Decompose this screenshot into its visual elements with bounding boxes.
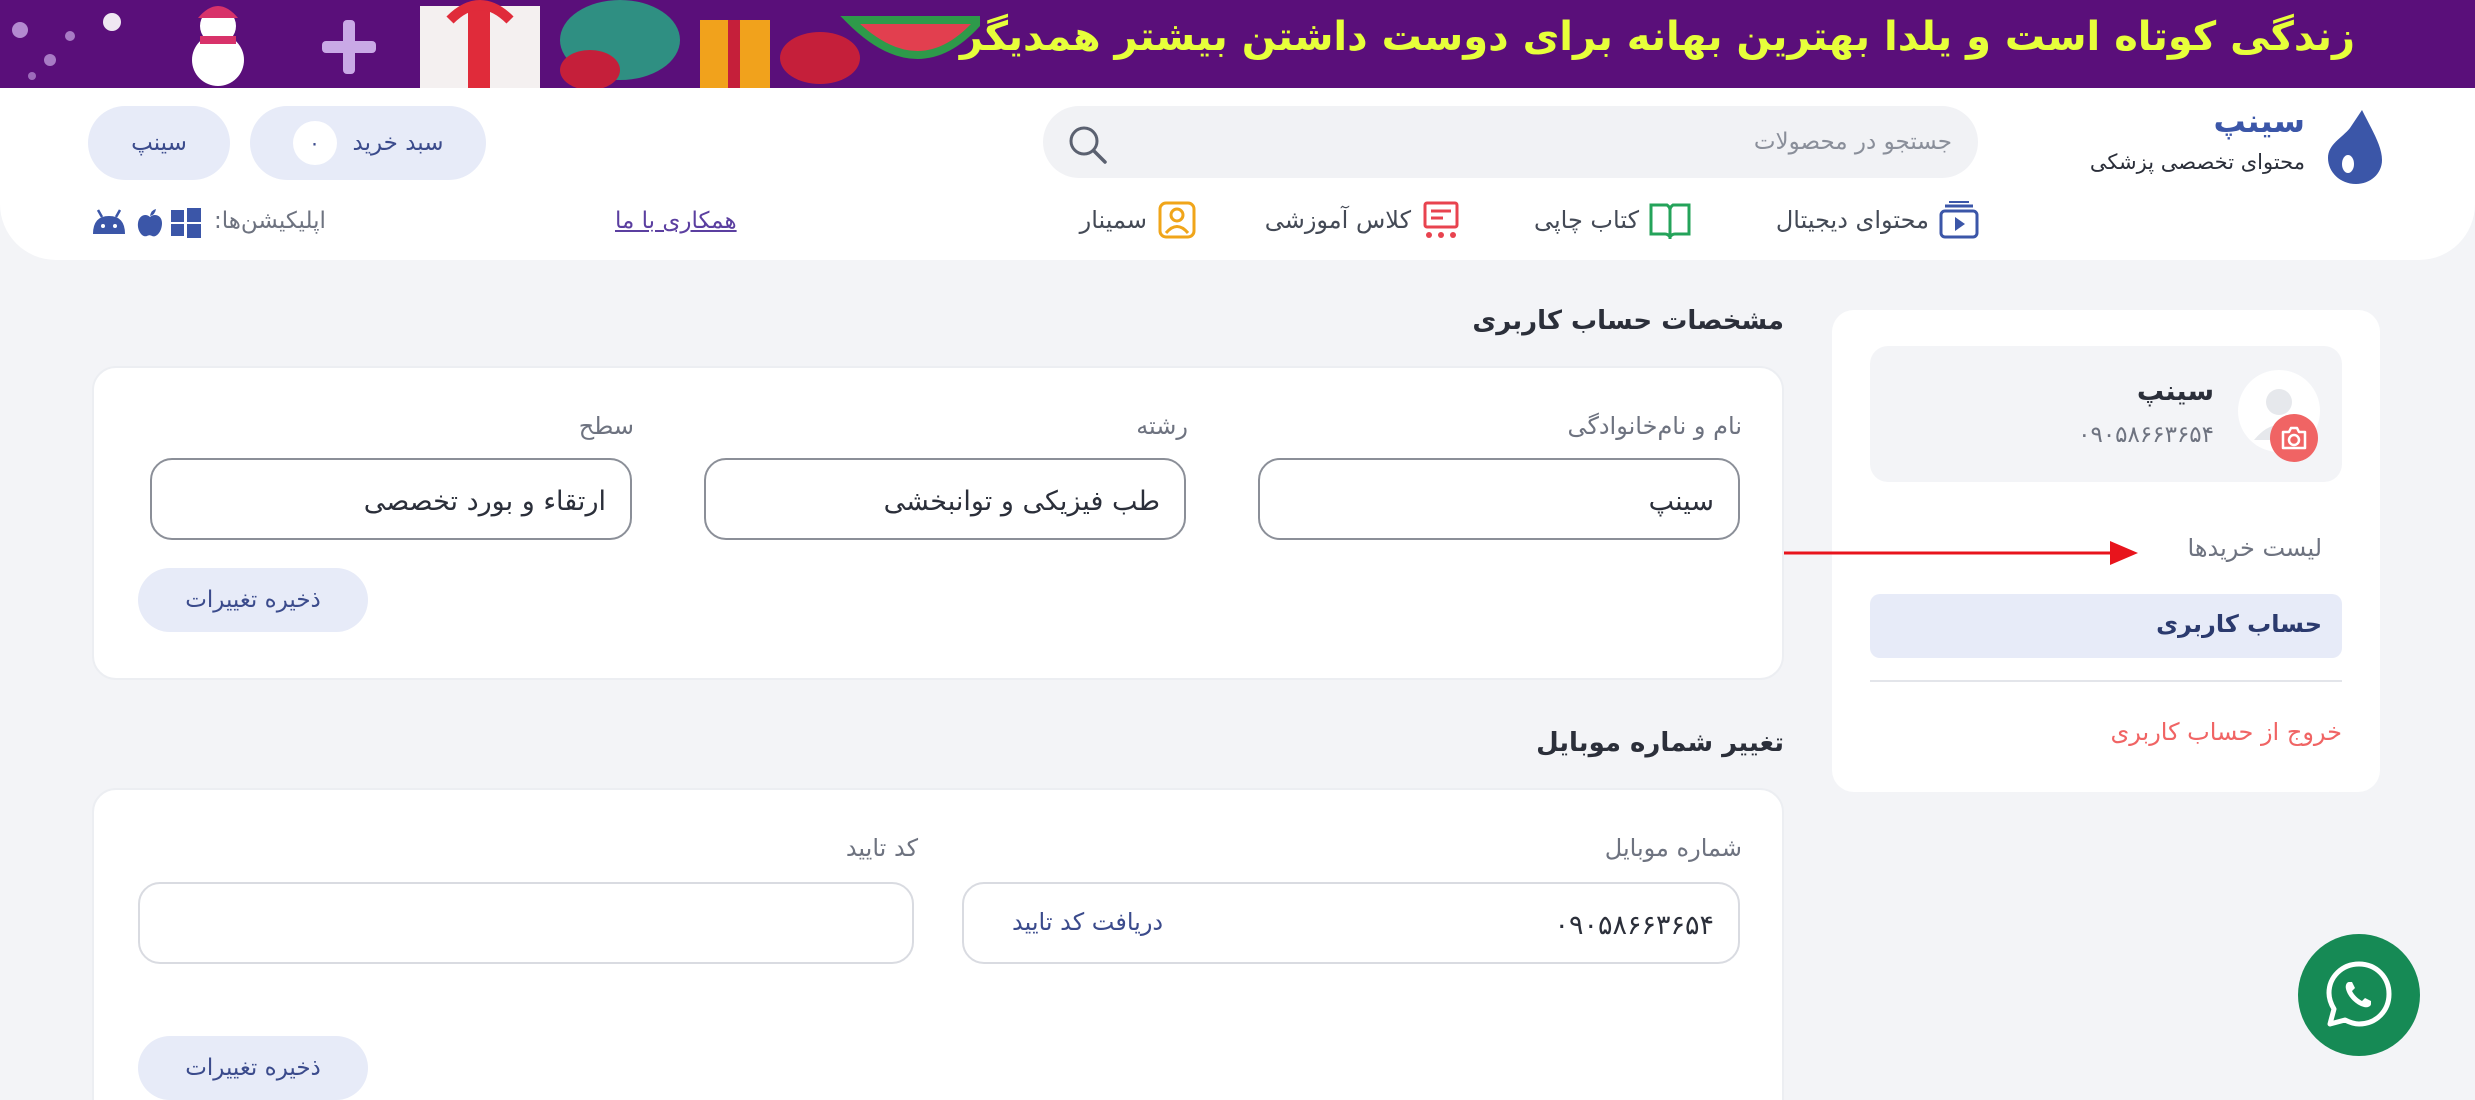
account-details-title: مشخصات حساب کاربری (1472, 306, 1784, 336)
apps-label: اپلیکیشن‌ها: (214, 208, 326, 234)
banner-text: زندگی کوتاه است و یلدا بهترین بهانه برای… (959, 14, 2355, 60)
phone-input[interactable] (1414, 908, 1714, 942)
level-label: سطح (578, 412, 634, 440)
name-input[interactable] (1294, 484, 1714, 518)
profile-phone: ۰۹۰۵۸۶۶۳۶۵۴ (2078, 422, 2214, 448)
nav-label: کلاس آموزشی (1264, 206, 1411, 234)
phone-field[interactable]: دریافت کد تایید (962, 882, 1740, 964)
plus-icon (322, 20, 376, 74)
user-account-label: سینپ (131, 130, 187, 156)
nav-printed-book[interactable]: کتاب چاپی (1534, 200, 1691, 240)
account-details-card: نام و نام‌خانوادگی رشته سطح ذخیره تغییرا… (92, 366, 1784, 680)
site-header: سینپ محتوای تخصصی پزشکی سبد خرید ۰ سینپ … (0, 88, 2475, 260)
save-mobile-button[interactable]: ذخیره تغییرات (138, 1036, 368, 1100)
cart-label: سبد خرید (352, 130, 444, 156)
class-icon (1423, 201, 1459, 238)
sidebar-divider (1870, 680, 2342, 682)
change-mobile-card: شماره موبایل دریافت کد تایید کد تایید ذخ… (92, 788, 1784, 1100)
snowman-icon (192, 6, 244, 86)
logo-icon[interactable] (2328, 108, 2382, 184)
nav-training-class[interactable]: کلاس آموزشی (1265, 200, 1461, 240)
save-account-button[interactable]: ذخیره تغییرات (138, 568, 368, 632)
name-label: نام و نام‌خانوادگی (1567, 412, 1742, 440)
code-field[interactable] (138, 882, 914, 964)
phone-label: شماره موبایل (1604, 834, 1742, 862)
nav-digital-content[interactable]: محتوای دیجیتال (1776, 200, 1979, 240)
confetti-decoration (12, 13, 121, 80)
code-label: کد تایید (845, 834, 918, 862)
sidebar-item-purchases[interactable]: لیست خریدها (2188, 534, 2322, 562)
promo-banner[interactable]: زندگی کوتاه است و یلدا بهترین بهانه برای… (0, 0, 2475, 88)
yalda-gifts-illustration (420, 0, 980, 88)
cart-count-badge: ۰ (292, 121, 337, 165)
book-icon (1649, 203, 1691, 239)
brand-name[interactable]: سینپ (2214, 102, 2305, 140)
nav-label: کتاب چاپی (1533, 206, 1639, 234)
specialty-label: رشته (1136, 412, 1188, 440)
specialty-input[interactable] (740, 484, 1160, 518)
nav-label: سمینار (1079, 206, 1147, 234)
level-field[interactable] (150, 458, 632, 540)
seminar-icon (1158, 201, 1196, 239)
level-input[interactable] (186, 484, 606, 518)
change-mobile-title: تغییر شماره موبایل (1536, 728, 1784, 758)
android-icon[interactable] (90, 208, 128, 238)
profile-card: سینپ ۰۹۰۵۸۶۶۳۶۵۴ (1870, 346, 2342, 482)
sidebar-item-logout[interactable]: خروج از حساب کاربری (2111, 718, 2343, 746)
search-bar[interactable] (1043, 106, 1978, 178)
nav-label: محتوای دیجیتال (1775, 206, 1929, 234)
search-input[interactable] (1192, 126, 1952, 158)
get-code-button[interactable]: دریافت کد تایید (1012, 908, 1163, 936)
search-icon[interactable] (1065, 122, 1109, 166)
nav-seminar[interactable]: سمینار (1080, 200, 1197, 240)
specialty-field[interactable] (704, 458, 1186, 540)
apple-icon[interactable] (136, 208, 164, 238)
name-field[interactable] (1258, 458, 1740, 540)
code-input[interactable] (188, 908, 888, 942)
whatsapp-button[interactable] (2298, 934, 2420, 1056)
change-avatar-button[interactable] (2270, 414, 2318, 462)
cart-button[interactable]: سبد خرید ۰ (250, 106, 486, 180)
whatsapp-icon (2326, 961, 2392, 1027)
brand-subtitle: محتوای تخصصی پزشکی (2089, 150, 2305, 174)
windows-icon[interactable] (170, 208, 202, 238)
sidebar-item-account[interactable]: حساب کاربری (2156, 610, 2322, 638)
camera-icon (2281, 426, 2307, 450)
digital-content-icon (1939, 201, 1979, 239)
profile-name: سینپ (2136, 376, 2214, 407)
cooperate-link[interactable]: همکاری با ما (615, 208, 737, 234)
user-account-button[interactable]: سینپ (88, 106, 230, 180)
